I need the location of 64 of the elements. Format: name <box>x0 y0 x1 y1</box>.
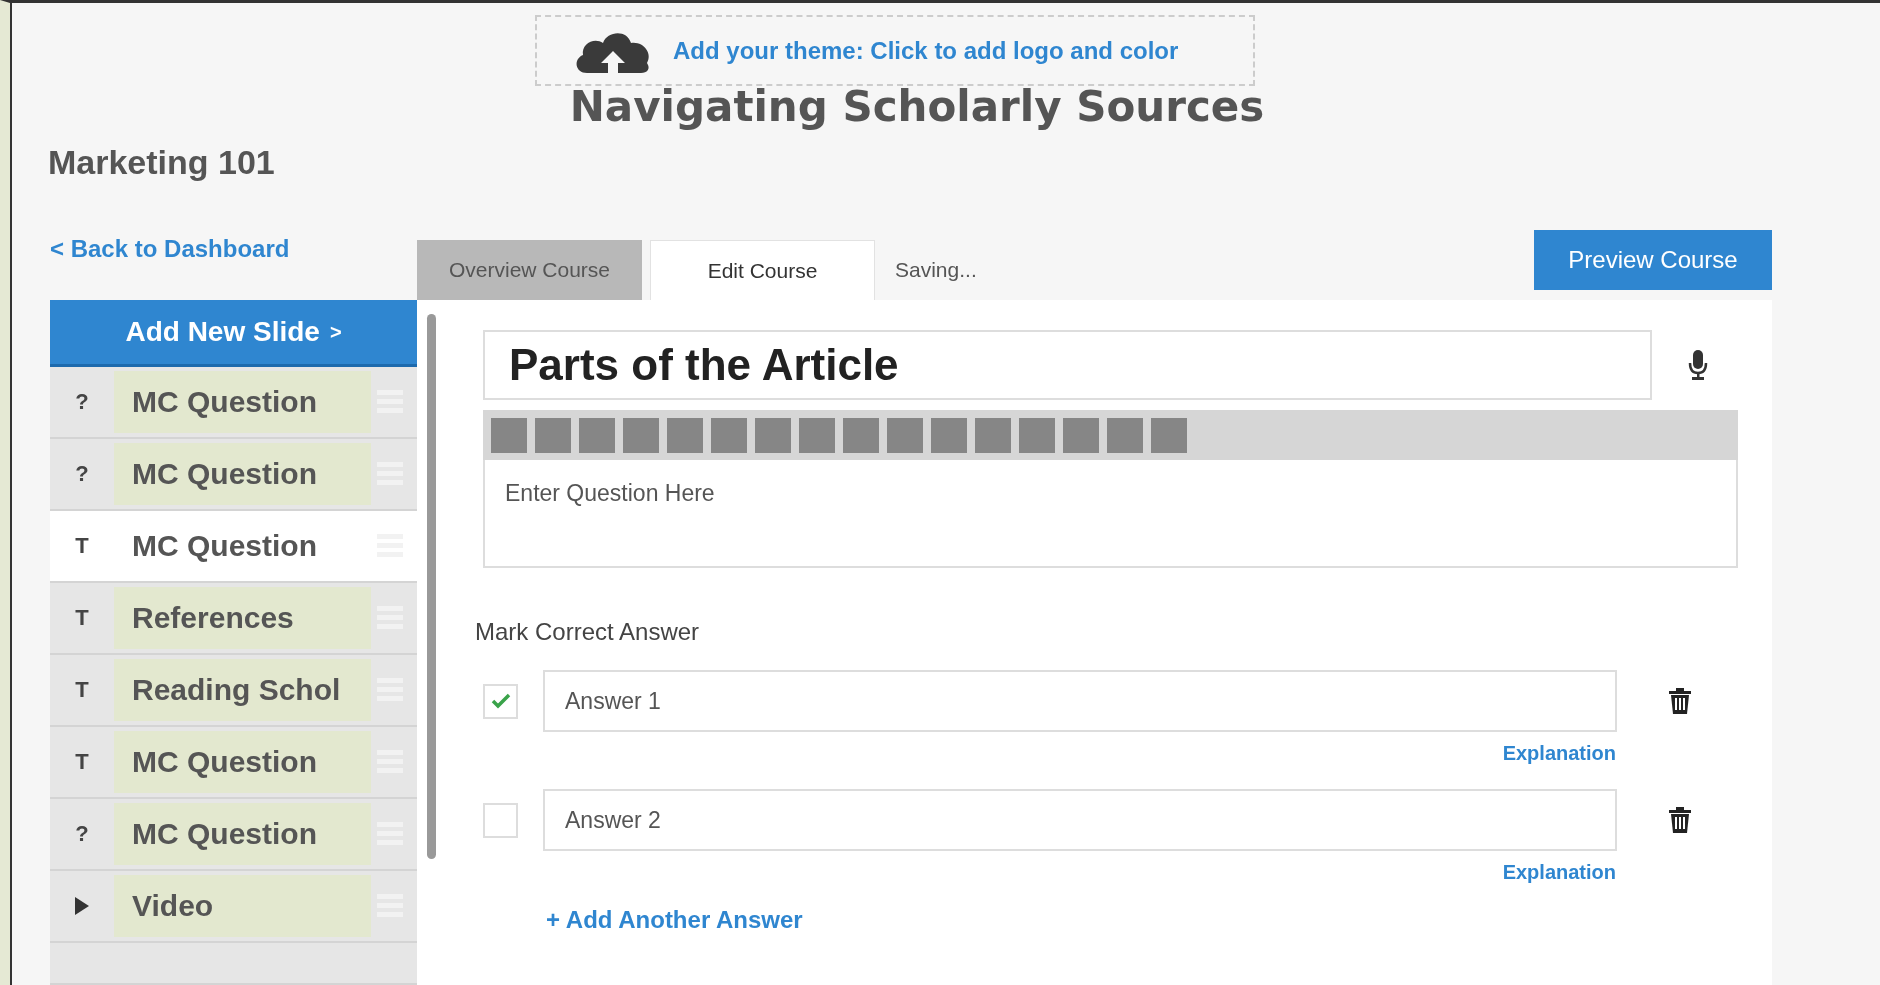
question-icon: ? <box>75 389 89 415</box>
toolbar-button[interactable] <box>1019 417 1055 453</box>
question-field[interactable]: Enter Question Here <box>483 460 1738 568</box>
theme-upload-link[interactable]: Add your theme: Click to add logo and color <box>673 36 1179 65</box>
explanation-link[interactable]: Explanation <box>1502 742 1616 764</box>
question-icon: ? <box>75 821 89 847</box>
slide-title-field[interactable]: Parts of the Article <box>483 330 1652 400</box>
slide-item[interactable]: ? MC Question <box>50 367 417 439</box>
slide-title: References <box>132 601 294 635</box>
toolbar-button[interactable] <box>667 417 703 453</box>
text-icon: T <box>75 605 89 631</box>
toolbar-button[interactable] <box>799 417 835 453</box>
course-name: Marketing 101 <box>48 143 276 182</box>
slide-item[interactable]: T MC Question <box>50 511 417 583</box>
checkmark-icon <box>490 693 511 709</box>
text-icon: T <box>75 749 89 775</box>
question-icon: ? <box>75 461 89 487</box>
trash-icon[interactable] <box>1669 807 1691 833</box>
slide-item[interactable]: Video <box>50 871 417 943</box>
toolbar-button[interactable] <box>535 417 571 453</box>
toolbar-button[interactable] <box>1107 417 1143 453</box>
slide-title: MC Question <box>132 457 317 491</box>
slide-title: MC Question <box>132 745 317 779</box>
tab[interactable]: Edit Course <box>650 240 875 300</box>
answer-field[interactable]: Answer 1 <box>543 670 1617 732</box>
slide-title: MC Question <box>132 817 317 851</box>
answer-field[interactable]: Answer 2 <box>543 789 1617 851</box>
microphone-icon[interactable] <box>1688 350 1708 380</box>
add-another-answer-link[interactable]: + Add Another Answer <box>546 906 803 933</box>
toolbar-button[interactable] <box>843 417 879 453</box>
play-icon <box>75 897 89 915</box>
toolbar-button[interactable] <box>755 417 791 453</box>
scrollbar-thumb[interactable] <box>426 314 436 859</box>
toolbar-button[interactable] <box>1063 417 1099 453</box>
slide-item[interactable]: ? MC Question <box>50 799 417 871</box>
slide-item[interactable]: T References <box>50 583 417 655</box>
slide-item[interactable]: T Reading Schol <box>50 655 417 727</box>
toolbar-button[interactable] <box>975 417 1011 453</box>
explanation-link[interactable]: Explanation <box>1502 861 1616 883</box>
text-icon: T <box>75 677 89 703</box>
slide-item[interactable]: ? MC Question <box>50 439 417 511</box>
slide-title: MC Question <box>132 529 317 563</box>
back-to-dashboard-link[interactable]: < Back to Dashboard <box>50 235 290 262</box>
answer-checkbox[interactable] <box>483 802 518 838</box>
slide-title: Video <box>132 889 214 923</box>
toolbar-button[interactable] <box>711 417 747 453</box>
toolbar-button[interactable] <box>579 417 615 453</box>
preview-course-button[interactable]: Preview Course <box>1534 230 1772 290</box>
slide-item[interactable]: T MC Question <box>50 727 417 799</box>
answer-checkbox[interactable] <box>483 683 518 719</box>
add-new-slide-button[interactable]: Add New Slide > <box>50 300 417 367</box>
tab[interactable]: Overview Course <box>417 240 642 300</box>
mark-correct-answer-label: Mark Correct Answer <box>475 618 701 646</box>
toolbar-button[interactable] <box>931 417 967 453</box>
text-icon: T <box>75 533 89 559</box>
slide-title: MC Question <box>132 385 317 419</box>
toolbar-button[interactable] <box>491 417 527 453</box>
trash-icon[interactable] <box>1669 688 1691 714</box>
toolbar-button[interactable] <box>887 417 923 453</box>
toolbar-button[interactable] <box>623 417 659 453</box>
theme-upload-area[interactable]: Add your theme: Click to add logo and color <box>535 15 1255 86</box>
slide-title: Reading Schol <box>132 673 341 707</box>
toolbar-button[interactable] <box>1151 417 1187 453</box>
save-status: Saving... <box>895 257 977 283</box>
